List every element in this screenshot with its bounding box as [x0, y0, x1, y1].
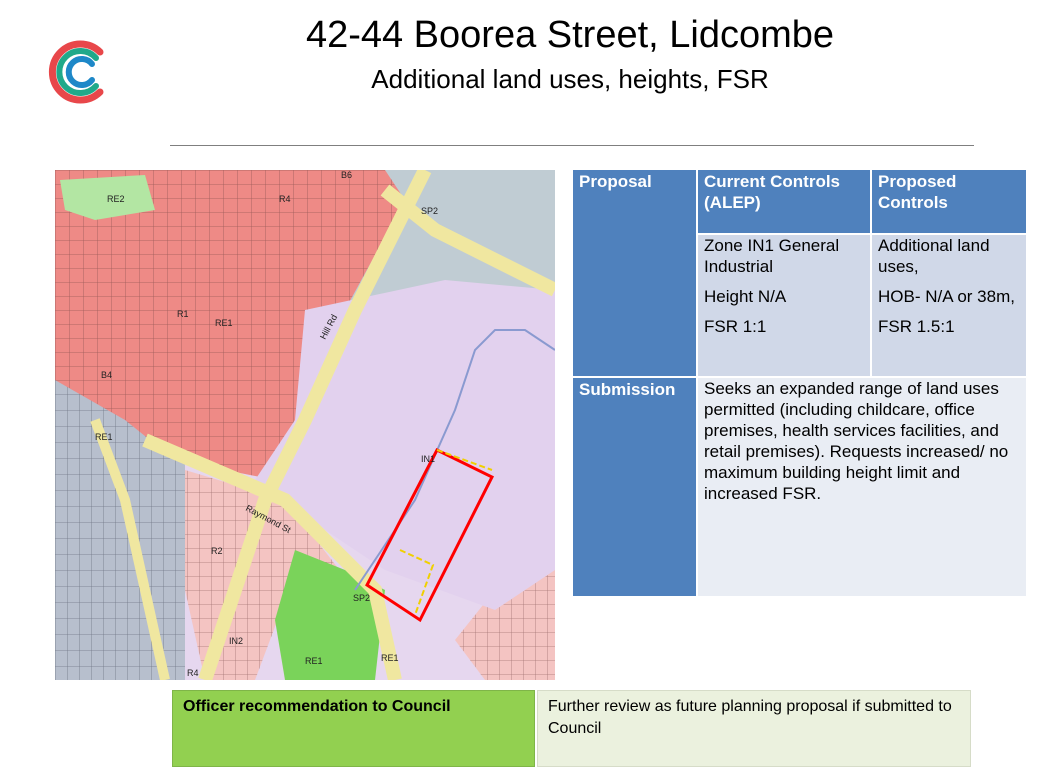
current-zone: Zone IN1 General Industrial	[704, 236, 840, 276]
current-controls-cell: Zone IN1 General Industrial Height N/A F…	[698, 235, 870, 376]
map-label-r2: R2	[211, 546, 223, 556]
map-label-r1: R1	[177, 309, 189, 319]
map-label-in2: IN2	[229, 636, 243, 646]
proposed-height: HOB- N/A or 38m,	[878, 287, 1015, 306]
table-header-proposed-controls: Proposed Controls	[872, 170, 1026, 233]
map-label-sp2-top: SP2	[421, 206, 438, 216]
proposed-controls-cell: Additional land uses, HOB- N/A or 38m, F…	[872, 235, 1026, 376]
page-subtitle: Additional land uses, heights, FSR	[371, 64, 769, 94]
map-label-b4: B4	[101, 370, 112, 380]
zoning-map: RE2 B6 SP2 R4 R1 RE1 B4 RE1 IN1 R2 SP2 I…	[55, 170, 555, 680]
map-label-in1: IN1	[421, 454, 435, 464]
map-label-re2: RE2	[107, 194, 125, 204]
map-label-re1-right: RE1	[381, 653, 399, 663]
recommendation-label: Officer recommendation to Council	[172, 690, 535, 767]
submission-text: Seeks an expanded range of land uses per…	[698, 378, 1026, 596]
title-divider	[170, 145, 974, 146]
map-label-re1-left: RE1	[95, 432, 113, 442]
map-label-b6: B6	[341, 170, 352, 180]
current-height: Height N/A	[704, 287, 787, 306]
submission-label: Submission	[573, 378, 696, 596]
table-header-proposal: Proposal	[573, 170, 696, 376]
map-label-r4-top: R4	[279, 194, 291, 204]
map-label-r4-bottom: R4	[187, 668, 199, 678]
map-label-re1-bottom: RE1	[305, 656, 323, 666]
proposed-fsr: FSR 1.5:1	[878, 317, 955, 336]
current-fsr: FSR 1:1	[704, 317, 767, 336]
proposed-uses: Additional land uses,	[878, 236, 990, 276]
recommendation-text: Further review as future planning propos…	[537, 690, 971, 767]
map-label-re1-mid: RE1	[215, 318, 233, 328]
table-header-current-controls: Current Controls (ALEP)	[698, 170, 870, 233]
map-label-sp2-bottom: SP2	[353, 593, 370, 603]
page-title: 42-44 Boorea Street, Lidcombe	[305, 14, 835, 56]
council-logo	[48, 40, 104, 104]
